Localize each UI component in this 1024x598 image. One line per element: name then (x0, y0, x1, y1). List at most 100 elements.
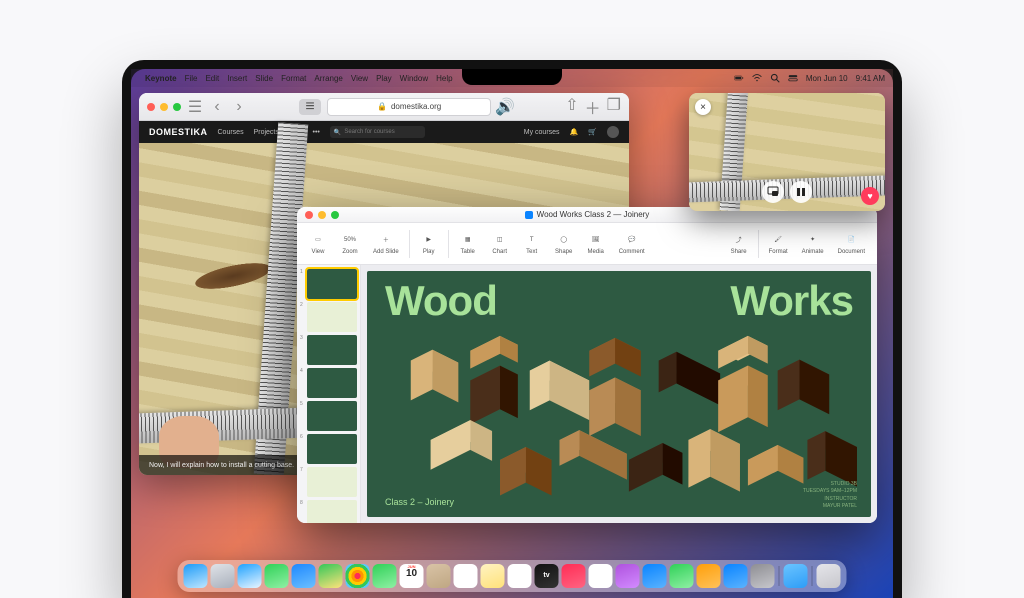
tb-animate[interactable]: ✦Animate (796, 233, 830, 255)
lock-icon: 🔒 (377, 102, 387, 111)
menubar-time[interactable]: 9:41 AM (856, 74, 885, 83)
dock-app-keynote[interactable] (643, 564, 667, 588)
menu-play[interactable]: Play (376, 74, 392, 83)
minimize-button[interactable] (160, 103, 168, 111)
share-icon[interactable]: ⇧ (565, 95, 578, 119)
close-button[interactable] (305, 211, 313, 219)
nav-courses[interactable]: Courses (218, 129, 244, 136)
tb-view[interactable]: ▭View (303, 233, 333, 255)
avatar[interactable] (607, 126, 619, 138)
dock-app-mail[interactable] (292, 564, 316, 588)
tb-text[interactable]: TText (517, 233, 547, 255)
zoom-button[interactable] (173, 103, 181, 111)
notifications-icon[interactable]: 🔔 (570, 128, 579, 136)
pip-pause-button[interactable] (790, 181, 812, 203)
slide-thumb-7[interactable]: 7 (300, 467, 357, 497)
search-icon[interactable] (770, 73, 780, 83)
dock-app-music[interactable] (562, 564, 586, 588)
pip-close-button[interactable]: × (695, 99, 711, 115)
tb-document[interactable]: 📄Document (832, 233, 871, 255)
slide-navigator[interactable]: 1234567 8 (297, 265, 361, 523)
wifi-icon[interactable] (752, 73, 762, 83)
minimize-button[interactable] (318, 211, 326, 219)
dock-app-numbers[interactable] (670, 564, 694, 588)
dock-app-appstore[interactable] (724, 564, 748, 588)
tb-comment[interactable]: 💬Comment (613, 233, 651, 255)
tb-chart[interactable]: ◫Chart (485, 233, 515, 255)
dock-app-settings[interactable] (751, 564, 775, 588)
dock-app-freeform[interactable] (508, 564, 532, 588)
menu-file[interactable]: File (185, 74, 198, 83)
tb-share[interactable]: ⤴Share (724, 233, 754, 255)
tb-add-slide[interactable]: ＋Add Slide (367, 233, 405, 255)
tabs-icon[interactable]: ❐ (607, 95, 621, 119)
address-bar[interactable]: 🔒 domestika.org (327, 98, 491, 116)
audio-indicator-icon[interactable]: 🔊 (497, 99, 513, 115)
picture-in-picture[interactable]: × ♥ (689, 93, 885, 211)
dock-app-maps[interactable] (319, 564, 343, 588)
dock-app-pages[interactable] (697, 564, 721, 588)
dock-app-facetime[interactable] (373, 564, 397, 588)
menu-slide[interactable]: Slide (255, 74, 273, 83)
slide-meta: STUDIO 3B TUESDAYS 9AM–12PM INSTRUCTOR M… (803, 481, 857, 509)
slide-thumb-8[interactable]: 8 (300, 500, 357, 523)
dock-app-tv[interactable]: tv (535, 564, 559, 588)
dock-app-notes[interactable] (481, 564, 505, 588)
privacy-report-icon[interactable]: ≡ (299, 99, 321, 115)
pip-return-button[interactable] (762, 181, 784, 203)
slide-canvas[interactable]: Wood Works Class 2 – Joinery STUDIO 3B T… (361, 265, 877, 523)
dock-app-calendar[interactable]: JUN10 (400, 564, 424, 588)
slide-thumb-5[interactable]: 5 (300, 401, 357, 431)
dock-app-contacts[interactable] (427, 564, 451, 588)
tb-zoom[interactable]: 50%Zoom (335, 233, 365, 255)
slide-thumb-6[interactable]: 6 (300, 434, 357, 464)
tb-media[interactable]: 🖼Media (581, 233, 611, 255)
my-courses-link[interactable]: My courses (524, 129, 560, 136)
battery-icon[interactable] (734, 73, 744, 83)
dock-app-messages[interactable] (265, 564, 289, 588)
sidebar-toggle-icon[interactable]: ☰ (187, 99, 203, 115)
dock-app-photos[interactable] (346, 564, 370, 588)
tb-table[interactable]: ▦Table (453, 233, 483, 255)
menu-window[interactable]: Window (400, 74, 428, 83)
tb-play[interactable]: ▶Play (414, 233, 444, 255)
dock-app-finder[interactable] (184, 564, 208, 588)
site-logo[interactable]: DOMESTIKA (149, 127, 208, 137)
menu-format[interactable]: Format (281, 74, 306, 83)
close-button[interactable] (147, 103, 155, 111)
menu-arrange[interactable]: Arrange (314, 74, 342, 83)
slide-thumb-3[interactable]: 3 (300, 335, 357, 365)
tb-format[interactable]: 🖌Format (763, 233, 794, 255)
current-slide: Wood Works Class 2 – Joinery STUDIO 3B T… (367, 271, 871, 517)
menu-insert[interactable]: Insert (227, 74, 247, 83)
desktop: Keynote File Edit Insert Slide Format Ar… (131, 69, 893, 598)
slide-thumb-2[interactable]: 2 (300, 302, 357, 332)
menu-view[interactable]: View (351, 74, 368, 83)
nav-more[interactable]: ••• (313, 129, 320, 136)
slide-thumb-4[interactable]: 4 (300, 368, 357, 398)
dock-app-reminders[interactable] (454, 564, 478, 588)
dock-app-trash[interactable] (817, 564, 841, 588)
back-button[interactable]: ‹ (209, 99, 225, 115)
menu-edit[interactable]: Edit (205, 74, 219, 83)
site-header: DOMESTIKA Courses Projects Plus ••• 🔍 Se… (139, 121, 629, 143)
dock-app-safari[interactable] (238, 564, 262, 588)
zoom-button[interactable] (331, 211, 339, 219)
dock-app-launchpad[interactable] (211, 564, 235, 588)
nav-projects[interactable]: Projects (254, 129, 279, 136)
dock-app-podcasts[interactable] (616, 564, 640, 588)
menubar-app-name[interactable]: Keynote (145, 74, 177, 83)
site-search[interactable]: 🔍 Search for courses (330, 126, 425, 138)
forward-button[interactable]: › (231, 99, 247, 115)
new-tab-icon[interactable]: ＋ (585, 95, 601, 119)
dock-app-folder[interactable] (784, 564, 808, 588)
pip-like-button[interactable]: ♥ (861, 187, 879, 205)
menu-help[interactable]: Help (436, 74, 452, 83)
keynote-window[interactable]: Wood Works Class 2 — Joinery ▭View 50%Zo… (297, 207, 877, 523)
menubar-date[interactable]: Mon Jun 10 (806, 74, 848, 83)
cart-icon[interactable]: 🛒 (588, 128, 597, 136)
slide-thumb-1[interactable]: 1 (300, 269, 357, 299)
dock-app-news[interactable] (589, 564, 613, 588)
control-center-icon[interactable] (788, 73, 798, 83)
tb-shape[interactable]: ◯Shape (549, 233, 579, 255)
